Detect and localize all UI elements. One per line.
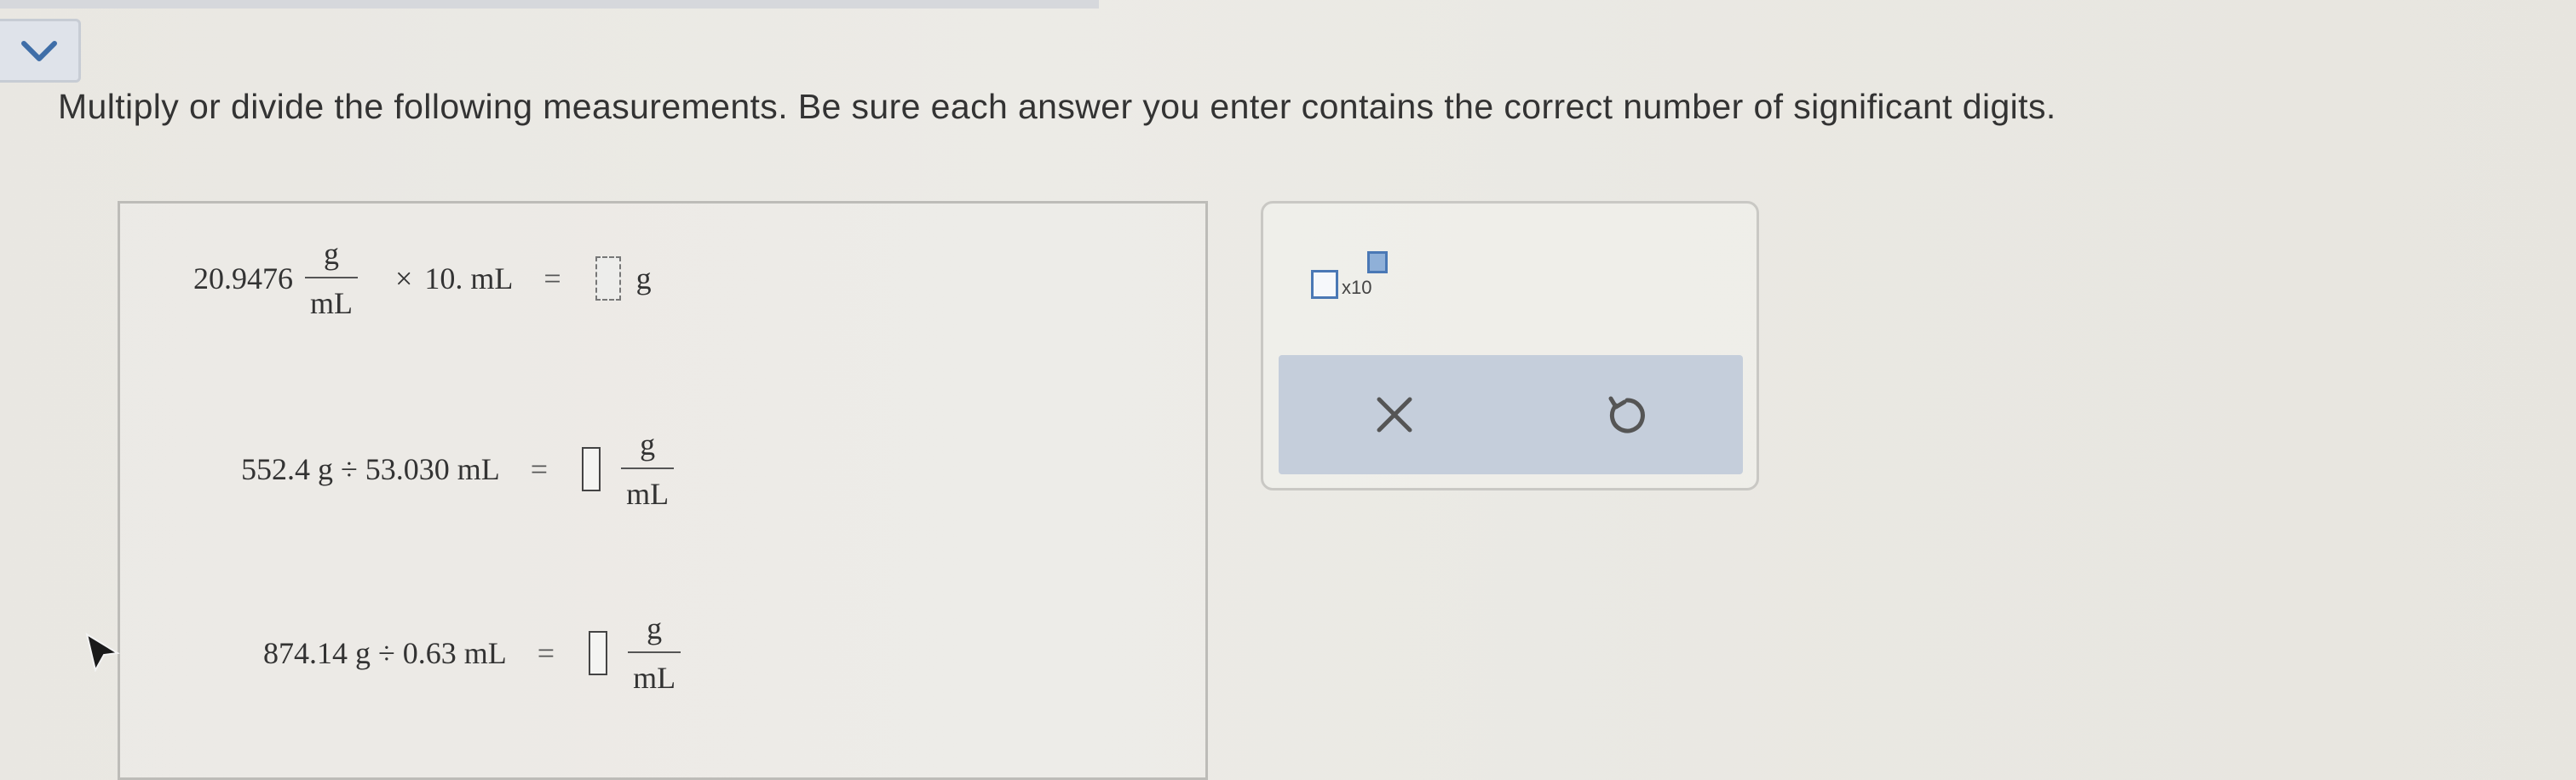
close-icon	[1377, 397, 1412, 433]
sci-exponent-box-icon	[1367, 251, 1388, 273]
problem-panel: 20.9476 g mL × 10. mL = g 552.4 g ÷ 53.0…	[118, 201, 1208, 780]
answer-unit-fraction: g mL	[628, 611, 681, 696]
fraction-numerator: g	[324, 237, 339, 271]
problem-3: 874.14 g ÷ 0.63 mL = g mL	[263, 611, 693, 696]
answer-input-3[interactable]	[589, 631, 608, 675]
instructions-text: Multiply or divide the following measure…	[58, 87, 2056, 126]
undo-button[interactable]	[1589, 376, 1665, 453]
scientific-notation-button[interactable]: x10	[1311, 251, 1396, 311]
equals-sign: =	[537, 636, 555, 670]
unit-fraction: g mL	[305, 236, 358, 321]
undo-icon	[1608, 396, 1645, 433]
answer-unit: g	[635, 261, 652, 295]
operand: 10. mL	[424, 261, 514, 295]
tool-panel: x10	[1261, 201, 1759, 490]
answer-unit-fraction: g mL	[621, 427, 675, 512]
fraction-numerator: g	[647, 611, 663, 645]
coefficient: 20.9476	[193, 261, 293, 295]
expression: 552.4 g ÷ 53.030 mL	[241, 452, 500, 486]
problem-2: 552.4 g ÷ 53.030 mL = g mL	[241, 427, 686, 512]
answer-input-2[interactable]	[582, 447, 601, 491]
equals-sign: =	[530, 452, 549, 486]
sci-x10-label: x10	[1342, 277, 1372, 298]
answer-input-1[interactable]	[595, 256, 621, 301]
operator: ×	[395, 261, 413, 295]
mouse-cursor-icon	[85, 633, 120, 672]
expression: 874.14 g ÷ 0.63 mL	[263, 636, 507, 670]
fraction-denominator: mL	[633, 661, 676, 695]
problem-1: 20.9476 g mL × 10. mL = g	[193, 236, 652, 321]
chevron-down-icon	[21, 40, 57, 61]
action-bar	[1279, 355, 1743, 474]
equals-sign: =	[543, 261, 561, 295]
sci-base-box-icon	[1311, 270, 1338, 299]
collapse-button[interactable]	[0, 19, 81, 83]
fraction-denominator: mL	[626, 477, 670, 511]
top-divider	[0, 0, 1099, 9]
fraction-denominator: mL	[310, 286, 353, 320]
clear-button[interactable]	[1356, 376, 1433, 453]
fraction-numerator: g	[640, 427, 656, 462]
